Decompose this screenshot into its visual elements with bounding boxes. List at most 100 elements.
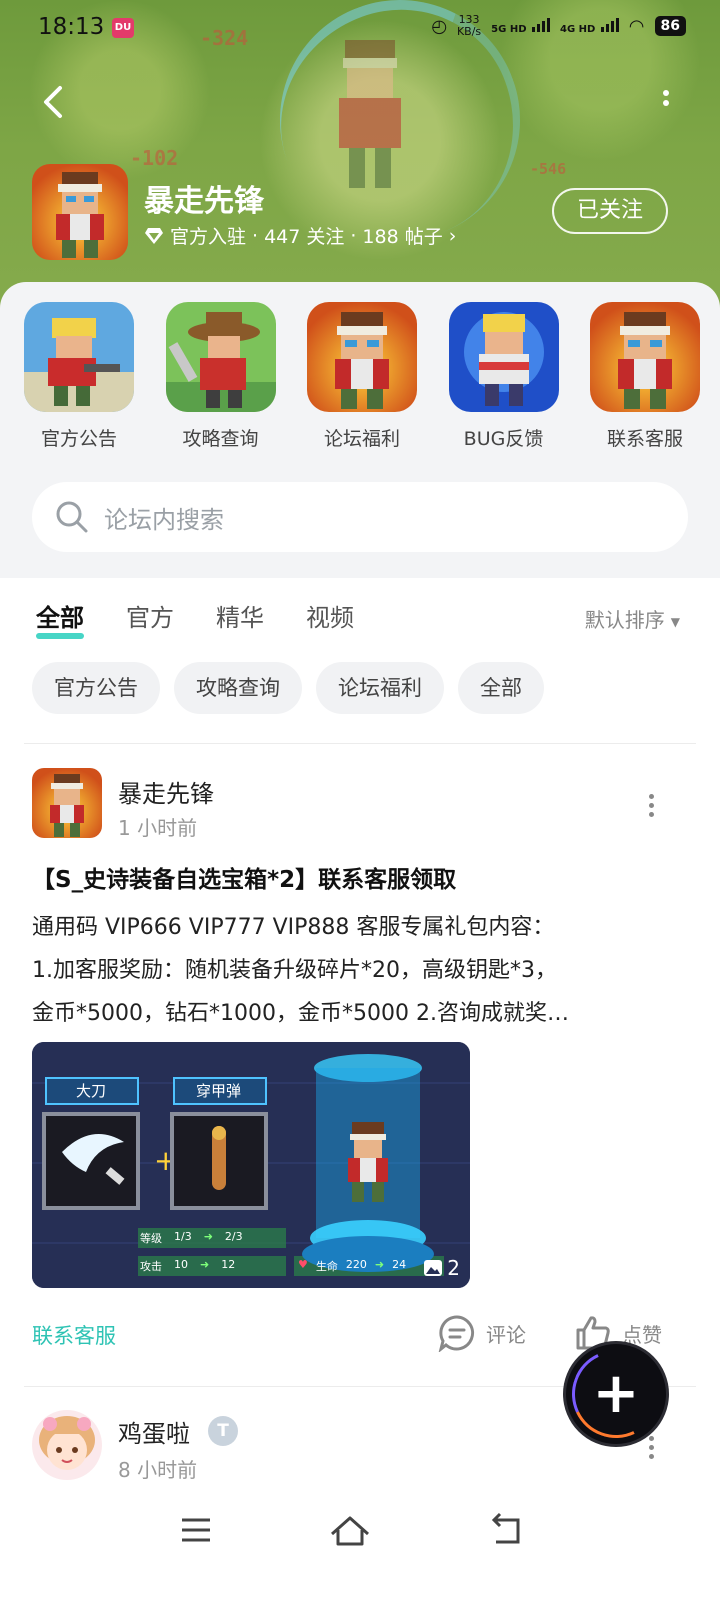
divider — [24, 743, 696, 744]
search-icon — [56, 501, 88, 533]
dot-icon — [648, 812, 654, 817]
damage-number: -102 — [130, 146, 179, 170]
post-time: 8 小时前 — [118, 1458, 198, 1482]
follower-count: 447 关注 — [264, 226, 345, 248]
tile-label: BUG反馈 — [463, 428, 544, 450]
stat-hp: ♥ 生命 220 ➜ 24 — [298, 1258, 407, 1273]
stat-attack: 攻击 10 ➜ 12 — [140, 1258, 236, 1273]
dot-icon — [663, 90, 669, 96]
headband-soldier-art-icon — [307, 302, 417, 412]
headband-soldier-art-icon — [32, 164, 128, 260]
post-body-line: 金币*5000，钻石*1000，金币*5000 2.咨询成就奖… — [32, 1001, 569, 1026]
post-author-avatar[interactable] — [32, 1410, 102, 1480]
tile-label: 攻略查询 — [182, 428, 259, 450]
system-nav-bar — [0, 1490, 720, 1612]
post-body[interactable]: 通用码 VIP666 VIP777 VIP888 客服专属礼包内容： 1.加客服… — [32, 906, 692, 1035]
comment-button[interactable]: 评论 — [438, 1314, 526, 1352]
sort-dropdown[interactable]: 默认排序 ▼ — [585, 604, 680, 633]
tab-featured[interactable]: 精华 — [216, 598, 264, 633]
back-button[interactable] — [36, 82, 76, 122]
back-nav-icon[interactable] — [484, 1510, 528, 1550]
image-count: 2 — [423, 1256, 460, 1280]
anime-girl-avatar-icon — [32, 1410, 102, 1480]
tab-video[interactable]: 视频 — [306, 598, 354, 633]
chevron-right-icon: › — [448, 224, 457, 247]
quick-tile-guide[interactable]: 攻略查询 — [164, 302, 278, 451]
status-bar: 18:13 DU ◴ 133 KB/s 5G HD 4G HD ◠ 86 — [0, 0, 720, 56]
filter-chip-announcement[interactable]: 官方公告 — [32, 662, 160, 714]
quick-tiles: 官方公告 攻略查询 论坛福利 BUG反馈 联系客服 — [22, 302, 702, 451]
damage-number: -546 — [530, 160, 567, 178]
cowboy-hero-art-icon — [165, 302, 276, 412]
verified-label: 官方入驻 — [170, 226, 247, 248]
dot-icon — [648, 803, 654, 808]
chevron-left-icon — [44, 86, 62, 118]
net-speed: 133 KB/s — [456, 13, 482, 38]
home-icon[interactable] — [328, 1510, 372, 1550]
post-author-name[interactable]: 鸡蛋啦 — [118, 1414, 190, 1449]
stat-level: 等级 1/3 ➜ 2/3 — [140, 1230, 243, 1245]
equipment-upgrade-image: + — [32, 1042, 470, 1288]
quick-tile-bug-report[interactable]: BUG反馈 — [447, 302, 561, 451]
tile-label: 论坛福利 — [323, 428, 400, 450]
post-author-name[interactable]: 暴走先锋 — [118, 774, 214, 809]
post-more-button[interactable] — [646, 1436, 656, 1460]
dot-icon — [648, 1445, 654, 1450]
post-body-line: 通用码 VIP666 VIP777 VIP888 客服专属礼包内容： — [32, 915, 555, 940]
ammo-label: 穿甲弹 — [196, 1082, 242, 1100]
dot-icon — [648, 1436, 654, 1441]
post-body-line: 1.加客服奖励：随机装备升级碎片*20，高级钥匙*3， — [32, 958, 557, 983]
quick-tile-support[interactable]: 联系客服 — [588, 302, 702, 451]
search-placeholder: 论坛内搜索 — [104, 505, 224, 534]
battery-indicator: 86 — [654, 16, 686, 36]
post-more-button[interactable] — [646, 794, 656, 818]
plus-icon: + — [592, 1361, 640, 1426]
menu-icon[interactable] — [174, 1510, 218, 1550]
signal-bars-icon — [531, 17, 550, 32]
signal-4g: 4G HD — [560, 17, 619, 35]
comment-label: 评论 — [486, 1322, 526, 1347]
post-image[interactable]: + 大刀 穿甲弹 等级 1/3 ➜ 2/3 攻击 10 ➜ 12 ♥ 生命 220 ➜ 24 2 — [32, 1042, 470, 1288]
game-logo[interactable] — [32, 164, 128, 260]
weapon-label: 大刀 — [76, 1082, 107, 1100]
more-options-button[interactable] — [660, 90, 672, 114]
post-tag-link[interactable]: 联系客服 — [32, 1320, 116, 1350]
forum-search-input[interactable]: 论坛内搜索 — [32, 482, 688, 552]
sort-label: 默认排序 — [584, 608, 665, 632]
filter-chips: 官方公告 攻略查询 论坛福利 全部 — [32, 662, 544, 714]
post-author-avatar[interactable] — [32, 768, 102, 838]
app-notification-icon: DU — [112, 18, 134, 38]
filter-chip-guide[interactable]: 攻略查询 — [174, 662, 302, 714]
gallery-icon — [424, 1260, 443, 1276]
tab-official[interactable]: 官方 — [126, 598, 174, 633]
create-post-button[interactable]: + — [566, 1344, 666, 1444]
banner-hero-figure — [339, 40, 401, 188]
alarm-icon: ◴ — [431, 15, 447, 37]
signal-bars-icon — [600, 17, 619, 32]
tile-label: 联系客服 — [606, 428, 683, 450]
filter-chip-all[interactable]: 全部 — [458, 662, 544, 714]
caret-down-icon: ▼ — [670, 614, 680, 629]
filter-chip-welfare[interactable]: 论坛福利 — [316, 662, 444, 714]
user-badge-icon: T — [208, 1416, 238, 1446]
comment-icon — [438, 1315, 475, 1352]
blonde-soldier-art-icon — [24, 302, 134, 412]
quick-tile-welfare[interactable]: 论坛福利 — [305, 302, 419, 451]
feed-tabs: 全部 官方 精华 视频 — [36, 598, 354, 639]
status-time: 18:13 — [38, 14, 105, 40]
diamond-verified-icon — [145, 227, 163, 244]
post-title[interactable]: 【S_史诗装备自选宝箱*2】联系客服领取 — [32, 860, 456, 894]
like-label: 点赞 — [622, 1322, 662, 1347]
tab-all[interactable]: 全部 — [36, 598, 84, 639]
signal-5g: 5G HD — [491, 17, 550, 35]
headband-soldier-art-icon — [590, 302, 700, 412]
game-meta[interactable]: 官方入驻 · 447 关注 · 188 帖子 › — [144, 222, 456, 249]
dot-icon — [648, 794, 654, 799]
game-title: 暴走先锋 — [144, 184, 264, 219]
post-count: 188 帖子 — [362, 226, 443, 248]
quick-tile-announcement[interactable]: 官方公告 — [22, 302, 136, 451]
tile-label: 官方公告 — [40, 428, 117, 450]
follow-button[interactable]: 已关注 — [552, 188, 668, 234]
wifi-icon: ◠ — [628, 15, 645, 37]
post-time: 1 小时前 — [118, 816, 198, 840]
